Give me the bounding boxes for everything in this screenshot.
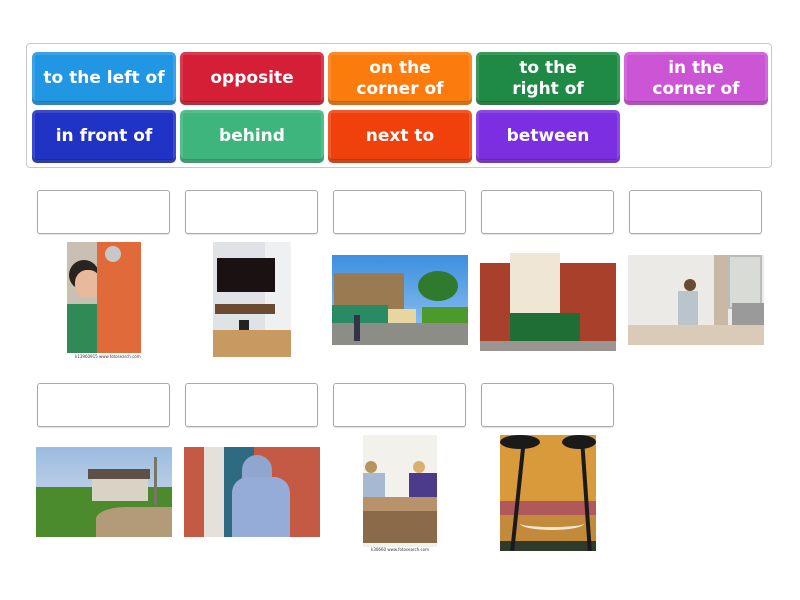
image-shape xyxy=(388,309,416,323)
question-image xyxy=(184,447,320,537)
question-image xyxy=(480,249,616,351)
image-shape xyxy=(105,246,121,262)
word-tile[interactable]: to the right of xyxy=(476,52,620,105)
question-image xyxy=(332,255,468,345)
word-tile[interactable]: in the corner of xyxy=(624,52,768,105)
question-image xyxy=(628,255,764,345)
image-shape xyxy=(213,330,291,357)
answer-drop-slot[interactable] xyxy=(37,190,170,234)
answer-drop-slot[interactable] xyxy=(185,190,318,234)
image-shape xyxy=(684,279,696,291)
word-tile-label: next to xyxy=(365,126,435,146)
image-shape xyxy=(413,461,425,473)
image-shape xyxy=(418,271,458,301)
answer-drop-slot[interactable] xyxy=(333,190,466,234)
answer-drop-slot[interactable] xyxy=(37,383,170,427)
answer-drop-slot[interactable] xyxy=(185,383,318,427)
image-shape xyxy=(232,477,290,537)
word-tile[interactable]: next to xyxy=(328,110,472,163)
word-tile-label: in the corner of xyxy=(652,57,740,99)
image-credit-caption: k30660 www.fotosearch.com xyxy=(371,547,430,552)
answer-drop-slot[interactable] xyxy=(629,190,762,234)
word-tile[interactable]: between xyxy=(476,110,620,163)
question-image xyxy=(36,447,172,537)
image-shape xyxy=(363,511,437,543)
image-shape xyxy=(510,313,580,343)
image-shape xyxy=(96,507,172,537)
image-shape xyxy=(363,497,437,511)
question-image xyxy=(67,242,141,353)
image-shape xyxy=(217,258,275,292)
image-shape xyxy=(334,273,404,309)
image-shape xyxy=(363,473,385,499)
word-tile[interactable]: behind xyxy=(180,110,324,163)
word-tile-label: in front of xyxy=(55,126,153,146)
word-tile[interactable]: in front of xyxy=(32,110,176,163)
image-shape xyxy=(628,325,764,345)
image-shape xyxy=(409,473,437,499)
image-shape xyxy=(88,469,150,479)
word-tile-label: to the left of xyxy=(43,68,165,88)
question-image xyxy=(500,435,596,551)
image-shape xyxy=(500,435,540,449)
image-shape xyxy=(332,323,468,345)
answer-drop-slot[interactable] xyxy=(481,190,614,234)
image-credit-caption: k13960915 www.fotosearch.com xyxy=(75,354,141,359)
word-tile[interactable]: on the corner of xyxy=(328,52,472,105)
answer-drop-slot[interactable] xyxy=(333,383,466,427)
word-tile-label: on the corner of xyxy=(356,57,444,99)
image-shape xyxy=(520,517,584,530)
question-image xyxy=(213,242,291,357)
word-tile-label: behind xyxy=(219,126,285,146)
image-shape xyxy=(480,341,616,351)
question-image xyxy=(363,435,437,547)
word-tile[interactable]: opposite xyxy=(180,52,324,105)
image-shape xyxy=(354,315,360,341)
image-shape xyxy=(728,255,762,309)
image-shape xyxy=(365,461,377,473)
answer-drop-slot[interactable] xyxy=(481,383,614,427)
word-tile-label: opposite xyxy=(210,68,294,88)
image-shape xyxy=(678,291,698,327)
word-tile-label: between xyxy=(506,126,590,146)
image-shape xyxy=(562,435,596,449)
word-tile[interactable]: to the left of xyxy=(32,52,176,105)
image-shape xyxy=(154,457,157,505)
image-shape xyxy=(215,304,275,314)
word-tile-label: to the right of xyxy=(512,57,584,99)
